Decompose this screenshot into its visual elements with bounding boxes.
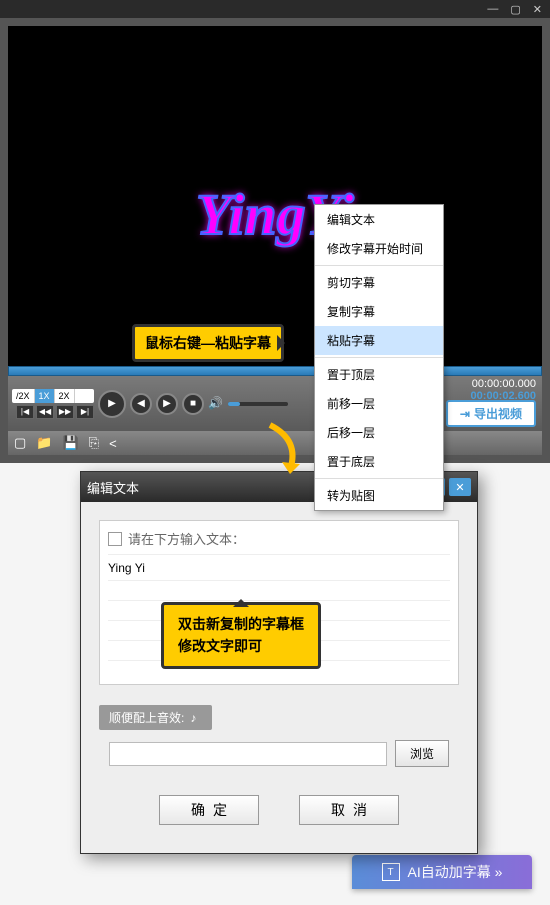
- speed-selector[interactable]: /2X 1X 2X: [12, 389, 94, 403]
- close-button[interactable]: ✕: [533, 3, 542, 16]
- video-viewport[interactable]: YingYi 鼠标右键—粘贴字幕: [8, 26, 542, 366]
- dialog-body: 请在下方输入文本： 双击新复制的字幕框 修改文字即可 顺便配上音效: ♪ 浏览 …: [81, 502, 477, 853]
- hint-tooltip-edit: 双击新复制的字幕框 修改文字即可: [161, 602, 321, 669]
- prev-button[interactable]: ◀: [130, 393, 152, 415]
- speed-half[interactable]: /2X: [12, 389, 35, 403]
- save-as-icon[interactable]: ⎘: [89, 435, 99, 451]
- ai-subtitle-button[interactable]: T AI自动加字幕 »: [352, 855, 532, 889]
- hint-tooltip-paste: 鼠标右键—粘贴字幕: [132, 324, 284, 362]
- context-menu-item[interactable]: 前移一层: [315, 389, 443, 418]
- context-menu-item[interactable]: 置于顶层: [315, 360, 443, 389]
- volume-slider[interactable]: [228, 402, 288, 406]
- dialog-close-button[interactable]: ✕: [449, 478, 471, 496]
- context-menu-item[interactable]: 转为贴图: [315, 481, 443, 510]
- audio-section-label: 顺便配上音效: ♪: [99, 705, 212, 730]
- context-menu-item[interactable]: 剪切字幕: [315, 268, 443, 297]
- context-menu-item[interactable]: 置于底层: [315, 447, 443, 476]
- edit-text-dialog: 编辑文本 — ✕ 请在下方输入文本： 双击新复制的字幕框 修改文字即可 顺便配上…: [80, 471, 478, 854]
- window-titlebar: — ▢ ✕: [0, 0, 550, 18]
- maximize-button[interactable]: ▢: [510, 3, 520, 16]
- context-menu-item[interactable]: 复制字幕: [315, 297, 443, 326]
- music-note-icon: ♪: [190, 711, 196, 725]
- video-player: YingYi 鼠标右键—粘贴字幕 /2X 1X 2X |◀ ◀◀ ▶▶ ▶| ▶…: [0, 18, 550, 463]
- audio-section: 顺便配上音效: ♪ 浏览: [99, 705, 459, 767]
- next-button[interactable]: ▶: [156, 393, 178, 415]
- context-menu-item[interactable]: 后移一层: [315, 418, 443, 447]
- cancel-button[interactable]: 取消: [299, 795, 399, 825]
- new-file-icon[interactable]: ▢: [14, 435, 26, 451]
- save-icon[interactable]: 💾: [62, 435, 78, 451]
- seek-end-icon[interactable]: ▶|: [76, 405, 94, 419]
- context-menu: 编辑文本修改字幕开始时间剪切字幕复制字幕粘贴字幕置于顶层前移一层后移一层置于底层…: [314, 204, 444, 511]
- seek-start-icon[interactable]: |◀: [16, 405, 34, 419]
- input-label: 请在下方输入文本：: [108, 529, 450, 555]
- context-menu-item[interactable]: 编辑文本: [315, 205, 443, 234]
- stop-button[interactable]: ■: [182, 393, 204, 415]
- export-video-button[interactable]: ⇥ 导出视频: [446, 400, 536, 427]
- time-current: 00:00:00.000: [471, 378, 536, 390]
- audio-path-input[interactable]: [109, 742, 387, 766]
- timeline-scrubber[interactable]: [8, 366, 542, 376]
- speed-1x[interactable]: 1X: [35, 389, 55, 403]
- edit-icon: [108, 532, 122, 546]
- ok-button[interactable]: 确定: [159, 795, 259, 825]
- arrow-down-icon: [260, 420, 310, 480]
- ai-subtitle-icon: T: [382, 863, 400, 881]
- seek-fwd-icon[interactable]: ▶▶: [56, 405, 74, 419]
- seek-back-icon[interactable]: ◀◀: [36, 405, 54, 419]
- context-menu-item[interactable]: 粘贴字幕: [315, 326, 443, 355]
- menu-separator: [315, 265, 443, 266]
- time-display: 00:00:00.000 00:00:02.600: [471, 378, 536, 402]
- play-button[interactable]: ▶: [98, 390, 126, 418]
- menu-separator: [315, 478, 443, 479]
- volume-icon[interactable]: 🔊: [208, 396, 224, 412]
- browse-button[interactable]: 浏览: [395, 740, 449, 767]
- dialog-footer: 确定 取消: [99, 795, 459, 835]
- open-folder-icon[interactable]: 📁: [36, 435, 52, 451]
- export-icon: ⇥: [460, 407, 470, 421]
- context-menu-item[interactable]: 修改字幕开始时间: [315, 234, 443, 263]
- frame-step-group: |◀ ◀◀ ▶▶ ▶|: [16, 405, 94, 419]
- menu-separator: [315, 357, 443, 358]
- minimize-button[interactable]: —: [487, 3, 498, 15]
- speed-2x[interactable]: 2X: [55, 389, 75, 403]
- dialog-title-text: 编辑文本: [87, 478, 139, 497]
- share-icon[interactable]: <: [109, 436, 117, 451]
